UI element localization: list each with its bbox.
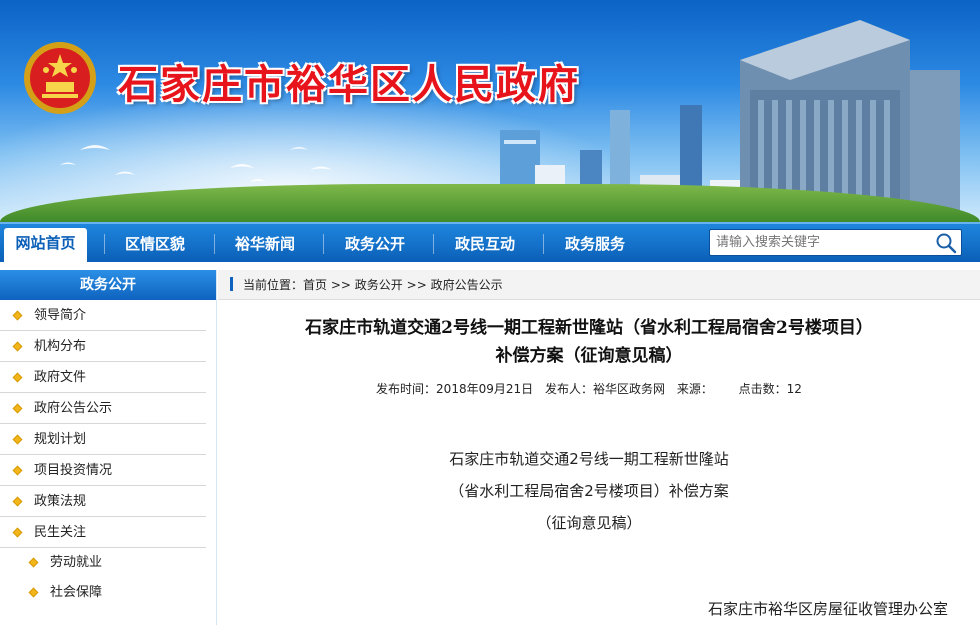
site-title: 石家庄市裕华区人民政府 [118,62,580,108]
search-icon[interactable] [935,232,957,254]
nav-government-services[interactable]: 政务服务 [550,232,640,256]
sidebar-item-leaders[interactable]: 领导简介 [0,300,206,331]
breadcrumb-separator: >> [330,278,351,292]
diamond-bullet-icon [12,496,23,507]
click-count: 点击数：12 [738,382,802,396]
sidebar-item-announcements[interactable]: 政府公告公示 [0,393,206,424]
nav-separator [323,234,324,254]
sidebar-subitem-social-security[interactable]: 社会保障 [0,578,216,608]
breadcrumb-gov-affairs[interactable]: 政务公开 [355,278,403,292]
sidebar-item-label: 领导简介 [34,308,87,323]
diamond-bullet-icon [12,434,23,445]
diamond-bullet-icon [12,341,23,352]
search-box [709,229,962,256]
national-emblem-icon [24,42,96,114]
publish-time: 发布时间：2018年09月21日 [376,382,534,396]
sidebar-item-label: 政府文件 [34,370,87,385]
sidebar-item-investment[interactable]: 项目投资情况 [0,455,206,486]
article-title-line: 补偿方案（征询意见稿） [495,346,683,366]
sidebar-item-label: 机构分布 [34,339,87,354]
main-content: 当前位置：首页 >> 政务公开 >> 政府公告公示 石家庄市轨道交通2号线一期工… [218,270,980,625]
article-body-line: （省水利工程局宿舍2号楼项目）补偿方案 [449,482,729,500]
sidebar-item-livelihood[interactable]: 民生关注 [0,517,206,548]
nav-separator [543,234,544,254]
sidebar-subitem-label: 劳动就业 [50,555,103,570]
sidebar-item-label: 规划计划 [34,432,87,447]
nav-separator [214,234,215,254]
sidebar-item-label: 民生关注 [34,525,87,540]
article-body-line: （征询意见稿） [536,514,642,532]
breadcrumb-marker [230,277,233,291]
diamond-bullet-icon [28,587,39,598]
sidebar-subitem-label: 社会保障 [50,585,103,600]
diamond-bullet-icon [28,557,39,568]
nav-government-affairs[interactable]: 政务公开 [330,232,420,256]
sidebar-menu: 领导简介 机构分布 政府文件 政府公告公示 规划计划 项目投资情况 政策法规 民… [0,300,216,608]
breadcrumb: 当前位置：首页 >> 政务公开 >> 政府公告公示 [218,270,980,300]
diamond-bullet-icon [12,465,23,476]
header-banner: 石家庄市裕华区人民政府 [0,0,980,222]
article-body-line: 石家庄市轨道交通2号线一期工程新世隆站 [449,450,729,468]
sidebar-item-policies[interactable]: 政策法规 [0,486,206,517]
search-input[interactable] [710,230,932,255]
sidebar-item-label: 政策法规 [34,494,87,509]
diamond-bullet-icon [12,310,23,321]
sidebar: 政务公开 领导简介 机构分布 政府文件 政府公告公示 规划计划 项目投资情况 政… [0,270,217,625]
nav-separator [433,234,434,254]
sidebar-item-documents[interactable]: 政府文件 [0,362,206,393]
sidebar-item-plans[interactable]: 规划计划 [0,424,206,455]
nav-separator [104,234,105,254]
sidebar-item-institutions[interactable]: 机构分布 [0,331,206,362]
diamond-bullet-icon [12,527,23,538]
sidebar-subitem-employment[interactable]: 劳动就业 [0,548,216,578]
breadcrumb-separator: >> [406,278,427,292]
breadcrumb-announcements[interactable]: 政府公告公示 [431,278,503,292]
source: 来源： [676,382,713,396]
article-title: 石家庄市轨道交通2号线一期工程新世隆站（省水利工程局宿舍2号楼项目） 补偿方案（… [218,314,960,370]
nav-public-interaction[interactable]: 政民互动 [440,232,530,256]
nav-district-overview[interactable]: 区情区貌 [110,232,200,256]
main-nav: 网站首页 区情区貌 裕华新闻 政务公开 政民互动 政务服务 [0,222,980,262]
nav-home[interactable]: 网站首页 [4,228,87,262]
breadcrumb-home[interactable]: 首页 [303,278,327,292]
sidebar-item-label: 政府公告公示 [34,401,113,416]
diamond-bullet-icon [12,403,23,414]
sidebar-item-label: 项目投资情况 [34,463,113,478]
breadcrumb-prefix: 当前位置： [243,278,304,292]
diamond-bullet-icon [12,372,23,383]
publisher: 发布人：裕华区政务网 [544,382,665,396]
nav-yuhua-news[interactable]: 裕华新闻 [220,232,310,256]
article-meta: 发布时间：2018年09月21日 发布人：裕华区政务网 来源： 点击数：12 [218,380,960,397]
article-title-line: 石家庄市轨道交通2号线一期工程新世隆站（省水利工程局宿舍2号楼项目） [305,318,873,338]
article-signature: 石家庄市裕华区房屋征收管理办公室 [707,600,948,618]
sidebar-title: 政务公开 [0,270,216,300]
